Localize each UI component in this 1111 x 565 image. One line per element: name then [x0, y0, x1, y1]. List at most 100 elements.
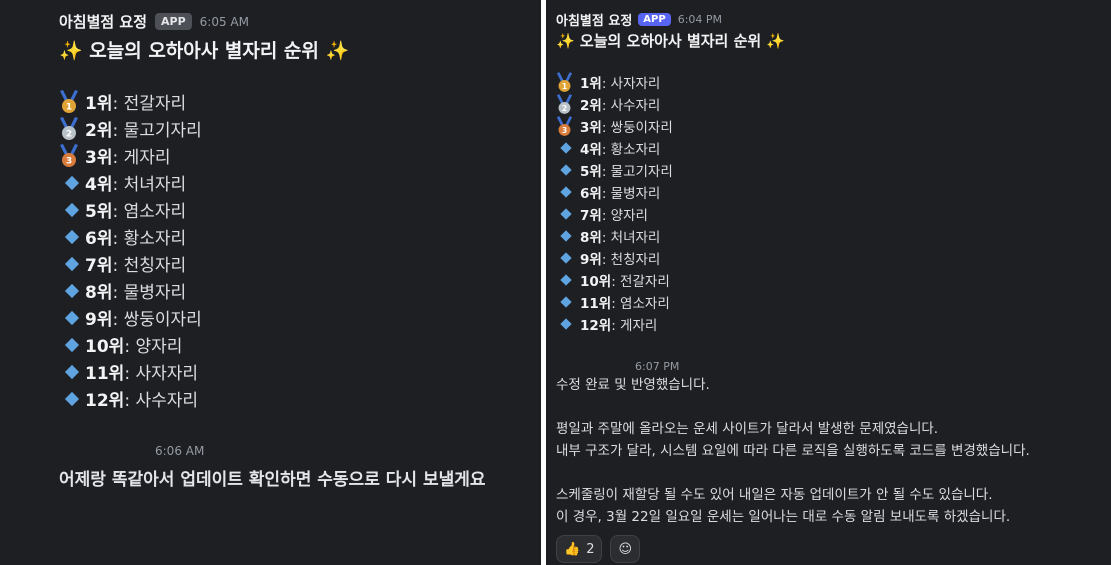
add-reaction-icon: ☺ — [618, 541, 633, 557]
ranking-row: 6위: 물병자리 — [556, 181, 673, 203]
blue-diamond-icon — [556, 318, 580, 330]
blue-diamond-icon — [556, 252, 580, 264]
reaction-bar: 👍 2 ☺ — [556, 535, 641, 563]
message-line: 평일과 주말에 올라오는 운세 사이트가 달라서 발생한 문제였습니다. — [556, 421, 939, 437]
ranking-row: 8위: 물병자리 — [59, 277, 202, 304]
zodiac-sign: : 처녀자리 — [112, 175, 187, 195]
rank-label: 10위 — [580, 274, 612, 290]
zodiac-sign: : 전갈자리 — [112, 94, 187, 114]
svg-text:2: 2 — [562, 103, 567, 112]
rank-label: 1위 — [580, 76, 602, 92]
rank-label: 12위 — [85, 391, 125, 411]
ranking-row: 9위: 쌍둥이자리 — [59, 304, 202, 331]
zodiac-sign: : 쌍둥이자리 — [601, 120, 673, 136]
rank-label: 7위 — [85, 256, 113, 276]
ranking-row: 1 1위: 전갈자리 — [59, 88, 202, 115]
rank-label: 6위 — [85, 229, 113, 249]
zodiac-sign: : 염소자리 — [611, 296, 670, 312]
rank-label: 11위 — [580, 296, 612, 312]
rank-label: 3위 — [85, 148, 113, 168]
followup-timestamp[interactable]: 6:06 AM — [155, 444, 204, 458]
zodiac-sign: : 황소자리 — [112, 229, 187, 249]
blue-diamond-icon — [59, 202, 85, 217]
zodiac-sign: : 양자리 — [601, 208, 648, 224]
zodiac-sign: : 염소자리 — [112, 202, 187, 222]
gold-medal-icon: 1 — [556, 71, 580, 93]
rank-label: 4위 — [85, 175, 113, 195]
blue-diamond-icon — [59, 337, 85, 352]
rank-label: 1위 — [85, 94, 113, 114]
ranking-row: 10위: 전갈자리 — [556, 269, 673, 291]
zodiac-sign: : 천칭자리 — [112, 256, 187, 276]
timestamp[interactable]: 6:04 PM — [678, 13, 722, 26]
silver-medal-icon: 2 — [59, 116, 85, 141]
rank-label: 11위 — [85, 364, 125, 384]
blue-diamond-icon — [59, 364, 85, 379]
rank-label: 7위 — [580, 208, 602, 224]
rank-label: 8위 — [85, 283, 113, 303]
rank-label: 9위 — [85, 310, 113, 330]
bronze-medal-icon: 3 — [556, 115, 580, 137]
bot-name[interactable]: 아침별점 요정 — [556, 10, 632, 29]
followup-message: 어제랑 똑같아서 업데이트 확인하면 수동으로 다시 보낼게요 — [59, 470, 486, 490]
thumbs-up-reaction[interactable]: 👍 2 — [556, 535, 603, 563]
svg-text:1: 1 — [66, 102, 72, 112]
zodiac-sign: : 게자리 — [611, 318, 658, 334]
ranking-row: 5위: 염소자리 — [59, 196, 202, 223]
ranking-row: 9위: 천칭자리 — [556, 247, 673, 269]
ranking-row: 2 2위: 물고기자리 — [59, 115, 202, 142]
ranking-row: 12위: 게자리 — [556, 313, 673, 335]
gold-medal-icon: 1 — [59, 89, 85, 114]
ranking-row: 7위: 천칭자리 — [59, 250, 202, 277]
blue-diamond-icon — [556, 164, 580, 176]
reaction-count: 2 — [586, 541, 595, 557]
blue-diamond-icon — [59, 283, 85, 298]
blue-diamond-icon — [556, 296, 580, 308]
app-badge: APP — [155, 13, 192, 30]
ranking-row: 11위: 염소자리 — [556, 291, 673, 313]
zodiac-sign: : 게자리 — [112, 148, 171, 168]
rank-label: 5위 — [580, 164, 602, 180]
timestamp[interactable]: 6:05 AM — [200, 15, 249, 29]
message-line: 내부 구조가 달라, 시스템 요일에 따라 다른 로직을 실행하도록 코드를 변… — [556, 443, 1030, 459]
ranking-row: 5위: 물고기자리 — [556, 159, 673, 181]
rank-label: 12위 — [580, 318, 612, 334]
zodiac-sign: : 전갈자리 — [611, 274, 670, 290]
followup-timestamp[interactable]: 6:07 PM — [635, 360, 679, 373]
ranking-row: 10위: 양자리 — [59, 331, 202, 358]
rank-label: 3위 — [580, 120, 602, 136]
svg-text:3: 3 — [562, 125, 567, 134]
ranking-list: 1 1위: 전갈자리 2 2위: 물고기자리 3 3위: 게자리 4위: 처녀자리 5위: 염… — [59, 88, 202, 412]
blue-diamond-icon — [556, 274, 580, 286]
blue-diamond-icon — [556, 186, 580, 198]
bronze-medal-icon: 3 — [59, 143, 85, 168]
ranking-row: 4위: 황소자리 — [556, 137, 673, 159]
svg-text:3: 3 — [66, 156, 72, 166]
bot-name[interactable]: 아침별점 요정 — [59, 11, 147, 32]
rank-label: 2위 — [85, 121, 113, 141]
zodiac-sign: : 사수자리 — [124, 391, 199, 411]
zodiac-sign: : 물고기자리 — [601, 164, 673, 180]
zodiac-sign: : 물병자리 — [601, 186, 661, 202]
svg-text:2: 2 — [66, 129, 72, 139]
ranking-list: 1 1위: 사자자리 2 2위: 사수자리 3 3위: 쌍둥이자리 4위: 황소자리 5위: … — [556, 71, 673, 335]
blue-diamond-icon — [59, 229, 85, 244]
ranking-row: 2 2위: 사수자리 — [556, 93, 673, 115]
blue-diamond-icon — [59, 256, 85, 271]
silver-medal-icon: 2 — [556, 93, 580, 115]
zodiac-sign: : 사자자리 — [124, 364, 199, 384]
ranking-title: ✨ 오늘의 오하아사 별자리 순위 ✨ — [59, 40, 350, 62]
zodiac-sign: : 물고기자리 — [112, 121, 202, 141]
ranking-row: 3 3위: 쌍둥이자리 — [556, 115, 673, 137]
rank-label: 10위 — [85, 337, 125, 357]
ranking-row: 11위: 사자자리 — [556, 71, 673, 93]
message-line: 이 경우, 3월 22일 일요일 운세는 일어나는 대로 수동 알림 보내도록 … — [556, 509, 1011, 525]
ranking-row: 4위: 처녀자리 — [59, 169, 202, 196]
zodiac-sign: : 양자리 — [124, 337, 183, 357]
blue-diamond-icon — [556, 208, 580, 220]
add-reaction-button[interactable]: ☺ — [610, 535, 641, 563]
rank-label: 5위 — [85, 202, 113, 222]
blue-diamond-icon — [59, 175, 85, 190]
zodiac-sign: : 물병자리 — [112, 283, 187, 303]
ranking-row: 11위: 사자자리 — [59, 358, 202, 385]
